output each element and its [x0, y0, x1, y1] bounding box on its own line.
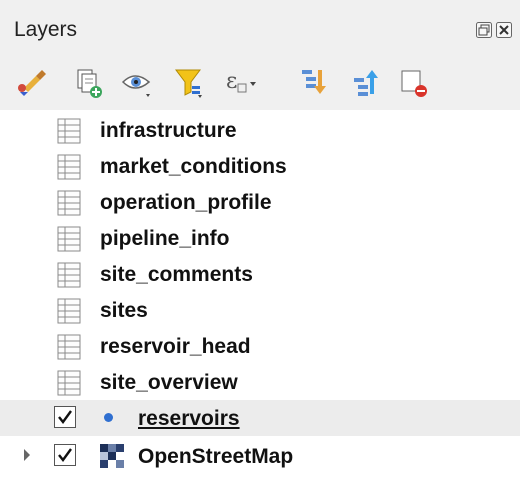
layer-name: pipeline_info [100, 227, 230, 250]
raster-layer-icon [100, 444, 124, 468]
layers-toolbar: ε [0, 58, 520, 108]
visibility-checkbox[interactable] [54, 406, 76, 428]
layer-name: market_conditions [100, 155, 287, 178]
layer-tree: infrastructure market_conditions operati… [0, 110, 520, 500]
layer-row-reservoirs[interactable]: reservoirs [0, 400, 520, 436]
layer-name: reservoirs [138, 407, 240, 430]
visibility-checkbox[interactable] [54, 444, 76, 466]
layer-name: site_comments [100, 263, 253, 286]
expand-all-icon[interactable] [296, 64, 330, 100]
table-icon [56, 333, 82, 361]
table-icon [56, 117, 82, 145]
panel-title-bar: Layers [0, 0, 520, 58]
layer-row-site-overview[interactable]: site_overview [0, 364, 520, 400]
layer-name: operation_profile [100, 191, 272, 214]
style-brush-icon[interactable] [16, 64, 50, 100]
point-symbol-icon [104, 413, 113, 422]
expand-arrow-icon[interactable] [22, 448, 32, 462]
table-icon [56, 261, 82, 289]
layer-row-reservoir-head[interactable]: reservoir_head [0, 328, 520, 364]
float-panel-icon[interactable] [476, 22, 492, 38]
close-panel-icon[interactable] [496, 22, 512, 38]
layers-panel: Layers ε infrastructure market_condition… [0, 0, 520, 500]
layer-name: infrastructure [100, 119, 237, 142]
layer-row-pipeline-info[interactable]: pipeline_info [0, 220, 520, 256]
table-icon [56, 189, 82, 217]
collapse-all-icon[interactable] [348, 64, 382, 100]
layer-row-operation-profile[interactable]: operation_profile [0, 184, 520, 220]
layer-row-openstreetmap[interactable]: OpenStreetMap [0, 438, 520, 474]
table-icon [56, 225, 82, 253]
layer-name: OpenStreetMap [138, 445, 294, 468]
expression-filter-icon[interactable]: ε [222, 64, 256, 100]
table-icon [56, 369, 82, 397]
svg-text:ε: ε [226, 69, 237, 94]
visibility-eye-icon[interactable] [120, 64, 154, 100]
layer-name: site_overview [100, 371, 238, 394]
layer-row-sites[interactable]: sites [0, 292, 520, 328]
filter-legend-icon[interactable] [172, 64, 206, 100]
layer-row-infrastructure[interactable]: infrastructure [0, 112, 520, 148]
add-group-icon[interactable] [72, 64, 106, 100]
table-icon [56, 297, 82, 325]
remove-layer-icon[interactable] [396, 64, 430, 100]
layer-row-site-comments[interactable]: site_comments [0, 256, 520, 292]
panel-title: Layers [14, 18, 78, 41]
table-icon [56, 153, 82, 181]
layer-name: sites [100, 299, 148, 322]
layer-name: reservoir_head [100, 335, 251, 358]
layer-row-market-conditions[interactable]: market_conditions [0, 148, 520, 184]
